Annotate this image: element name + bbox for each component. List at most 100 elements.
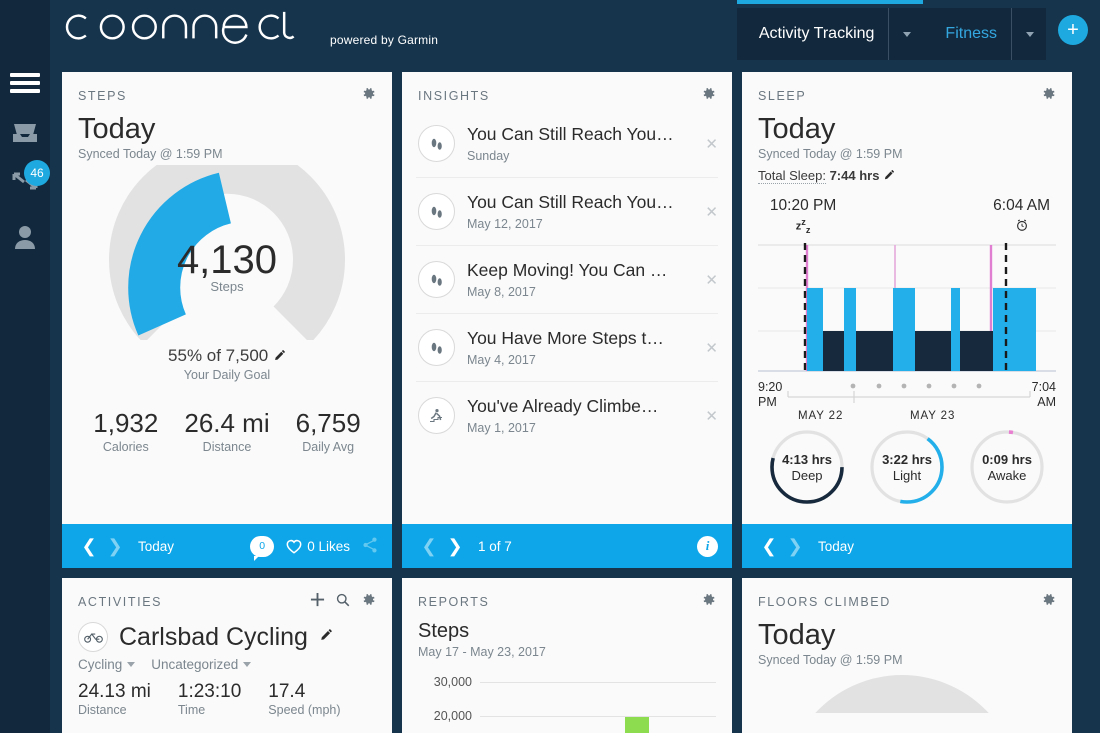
insights-page-label: 1 of 7 <box>478 538 512 554</box>
list-item[interactable]: Keep Moving! You Can … May 8, 2017 ✕ <box>416 246 718 314</box>
gear-icon[interactable] <box>361 592 376 612</box>
reports-card-header: REPORTS <box>402 578 732 616</box>
sleep-ring-awake-value: 0:09 hrs <box>982 451 1032 467</box>
steps-goal-sub: Your Daily Goal <box>183 368 271 383</box>
bicycle-icon <box>78 622 108 652</box>
insight-title: You've Already Climbe… <box>467 396 659 416</box>
insights-card-header: INSIGHTS <box>402 72 732 110</box>
sleep-next-button[interactable]: ❯ <box>782 536 808 557</box>
activity-stat-speed-label: Speed (mph) <box>268 703 341 717</box>
tab-activity-tracking-label: Activity Tracking <box>758 25 875 42</box>
close-icon[interactable]: ✕ <box>699 339 718 357</box>
gear-icon[interactable] <box>1041 592 1056 612</box>
inbox-icon[interactable] <box>0 118 50 148</box>
footsteps-icon <box>418 329 455 366</box>
floors-climbed-card: FLOORS CLIMBED Today Synced Today @ 1:59… <box>742 578 1072 733</box>
add-widget-button[interactable]: + <box>1058 15 1088 45</box>
sleep-bedtime: 10:20 PM zzz <box>770 197 836 235</box>
list-item[interactable]: You Can Still Reach You… May 12, 2017 ✕ <box>416 178 718 246</box>
footsteps-icon <box>418 261 455 298</box>
sleep-card: SLEEP Today Synced Today @ 1:59 PM Total… <box>742 72 1072 568</box>
total-sleep-row: Total Sleep: 7:44 hrs <box>742 161 1072 185</box>
reports-ytick-20000: 20,000 <box>433 709 472 723</box>
tab-activity-tracking-menu[interactable] <box>888 8 923 60</box>
plus-icon[interactable] <box>310 592 325 612</box>
activity-type-dropdown[interactable]: Cycling <box>78 657 136 672</box>
gear-icon[interactable] <box>1041 86 1056 106</box>
connections-badge: 46 <box>24 160 50 186</box>
activity-stat-distance-label: Distance <box>78 703 127 717</box>
sleep-ring-light-label: Light <box>892 467 922 483</box>
reports-bar-may-21[interactable] <box>625 717 649 733</box>
edit-activity-pencil-icon[interactable] <box>319 628 333 647</box>
hamburger-icon[interactable] <box>0 68 50 98</box>
reports-chart: 30,000 20,000 <box>418 665 716 733</box>
chevron-down-icon <box>243 662 252 667</box>
steps-gauge-unit: Steps <box>210 279 244 294</box>
list-item[interactable]: You've Already Climbe… May 1, 2017 ✕ <box>416 382 718 449</box>
activity-category-dropdown[interactable]: Uncategorized <box>151 657 252 672</box>
tab-fitness[interactable]: Fitness <box>923 8 1046 60</box>
close-icon[interactable]: ✕ <box>699 135 718 153</box>
sleep-heading: Today <box>758 113 836 145</box>
steps-prev-button[interactable]: ❮ <box>76 536 102 557</box>
sleep-ring-deep-label: Deep <box>791 467 823 483</box>
edit-goal-pencil-icon[interactable] <box>273 346 286 365</box>
close-icon[interactable]: ✕ <box>699 407 718 425</box>
insight-text: You Can Still Reach You… May 12, 2017 <box>467 192 687 231</box>
steps-stat-dailyavg-value: 6,759 <box>295 408 361 439</box>
alarm-clock-icon <box>993 217 1050 235</box>
sleep-prev-button[interactable]: ❮ <box>756 536 782 557</box>
steps-card-title: STEPS <box>78 89 127 103</box>
activity-stat-time-label: Time <box>177 703 206 717</box>
footsteps-icon <box>418 125 455 162</box>
comment-count-badge[interactable]: 0 <box>250 535 275 561</box>
sleep-ring-awake-label: Awake <box>987 467 1027 483</box>
search-icon[interactable] <box>336 593 350 612</box>
heart-icon <box>286 539 302 554</box>
insight-date: May 1, 2017 <box>467 421 536 435</box>
reports-heading: Steps <box>418 620 470 642</box>
activity-stat-distance-value: 24.13 mi <box>78 681 151 702</box>
tab-activity-tracking[interactable]: Activity Tracking <box>736 0 924 60</box>
info-icon[interactable]: i <box>697 535 718 557</box>
steps-gauge: 4,130 Steps <box>62 165 392 341</box>
sleep-stage-rings: 4:13 hrs Deep 3:22 hrs Light 0:09 hrs Aw… <box>742 428 1072 506</box>
sleep-day-label-1: MAY 22 <box>798 410 844 423</box>
insights-next-button[interactable]: ❯ <box>442 536 468 557</box>
insights-footer-actions: i <box>697 535 718 557</box>
steps-heading: Today <box>78 113 156 145</box>
share-icon[interactable] <box>362 537 378 556</box>
reports-gridline-20000: 20,000 <box>418 709 716 723</box>
sleep-bedtime-value: 10:20 PM <box>769 197 837 215</box>
gear-icon[interactable] <box>361 86 376 106</box>
list-item[interactable]: You Can Still Reach You… Sunday ✕ <box>416 110 718 178</box>
gear-icon[interactable] <box>701 592 716 612</box>
sleep-time-markers: 10:20 PM zzz 6:04 AM <box>758 197 1056 243</box>
reports-gridline-30000: 30,000 <box>418 675 716 689</box>
insights-prev-button[interactable]: ❮ <box>416 536 442 557</box>
reports-card: REPORTS Steps May 17 - May 23, 2017 30,0… <box>402 578 732 733</box>
gear-icon[interactable] <box>701 86 716 106</box>
activity-type-label: Cycling <box>78 657 123 672</box>
tab-fitness-menu[interactable] <box>1011 8 1046 60</box>
reports-range: May 17 - May 23, 2017 <box>418 645 546 659</box>
close-icon[interactable]: ✕ <box>699 203 718 221</box>
activity-name[interactable]: Carlsbad Cycling <box>119 623 308 652</box>
activity-stat-time: 1:23:10 Time <box>178 681 241 717</box>
list-item[interactable]: You Have More Steps t… May 4, 2017 ✕ <box>416 314 718 382</box>
edit-sleep-pencil-icon[interactable] <box>883 168 895 183</box>
close-icon[interactable]: ✕ <box>699 271 718 289</box>
steps-goal-text: 55% of 7,500 <box>168 346 269 366</box>
activity-stat-time-value: 1:23:10 <box>177 681 242 702</box>
insight-date: Sunday <box>467 149 510 163</box>
dashboard-root: 46 powered by Garmin Activity Tracking F… <box>0 0 1100 733</box>
steps-stat-calories-value: 1,932 <box>93 408 159 439</box>
person-icon[interactable] <box>0 222 50 252</box>
like-button[interactable]: 0 Likes <box>286 539 350 554</box>
steps-stat-calories: 1,932 Calories <box>93 408 158 454</box>
steps-next-button[interactable]: ❯ <box>102 536 128 557</box>
floors-card-title: FLOORS CLIMBED <box>758 595 891 609</box>
insight-title: Keep Moving! You Can … <box>467 260 668 280</box>
brand-logo[interactable]: powered by Garmin <box>50 10 438 47</box>
